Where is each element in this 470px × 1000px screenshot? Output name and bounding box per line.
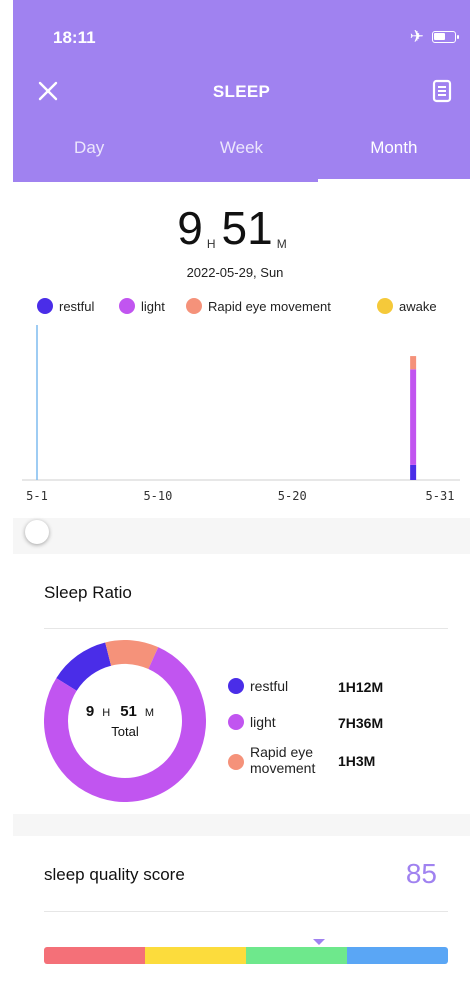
sleep-chart-svg xyxy=(22,325,460,481)
slider-thumb[interactable] xyxy=(25,520,49,544)
status-time: 18:11 xyxy=(53,28,96,47)
score-scale-segment xyxy=(145,947,246,964)
score-marker-icon xyxy=(312,939,325,945)
divider xyxy=(44,628,448,629)
quality-score-bar xyxy=(44,947,448,964)
donut-total-label: Total xyxy=(111,724,139,739)
header: 18:11 ✈ SLEEP Day Week Month xyxy=(13,0,470,182)
status-icons: ✈ xyxy=(409,27,459,46)
ratio-value-light: 7H36M xyxy=(338,715,384,731)
ratio-item-restful: restful 1H12M xyxy=(228,676,458,712)
battery-icon xyxy=(432,30,459,43)
donut-center: 9 H 51 M Total xyxy=(44,640,206,802)
ratio-value-restful: 1H12M xyxy=(338,679,384,695)
quality-score-label: sleep quality score xyxy=(44,865,185,884)
x-tick-label: 5-1 xyxy=(26,489,48,503)
legend-light: light xyxy=(119,298,165,314)
ratio-item-rem: Rapid eye movement 1H3M xyxy=(228,744,458,784)
page-title: SLEEP xyxy=(212,82,271,101)
duration-minutes-unit: M xyxy=(276,237,287,251)
report-icon[interactable] xyxy=(431,78,453,104)
sleep-duration: 9 H 51 M xyxy=(0,205,470,251)
tab-month[interactable]: Month xyxy=(317,130,470,182)
duration-hours: 9 xyxy=(177,202,203,254)
ratio-dot-restful xyxy=(228,678,244,694)
ratio-label-light: light xyxy=(250,714,276,730)
ratio-dot-rem xyxy=(228,754,244,770)
chart-bar-segment xyxy=(410,369,417,465)
ratio-dot-light xyxy=(228,714,244,730)
duration-minutes: 51 xyxy=(221,202,273,254)
legend-dot-light xyxy=(119,298,135,314)
legend-dot-restful xyxy=(37,298,53,314)
ratio-label-restful: restful xyxy=(250,678,289,694)
chart-slider[interactable] xyxy=(13,518,470,554)
sleep-ratio-title: Sleep Ratio xyxy=(44,583,132,602)
donut-hours: 9 xyxy=(85,703,95,720)
quality-score-value: 85 xyxy=(405,858,437,889)
tab-day[interactable]: Day xyxy=(13,130,165,182)
x-tick-label: 5-10 xyxy=(143,489,173,503)
score-scale-segment xyxy=(246,947,347,964)
sleep-ratio-donut: 9 H 51 M Total xyxy=(44,640,206,802)
sleep-chart[interactable]: 5-1 5-10 5-20 5-31 xyxy=(0,325,470,515)
chart-bar-segment xyxy=(410,464,417,480)
tab-week[interactable]: Week xyxy=(165,130,317,182)
legend-dot-awake xyxy=(377,298,393,314)
divider xyxy=(44,911,448,912)
sleep-date: 2022-05-29, Sun xyxy=(186,265,284,280)
legend-label-awake: awake xyxy=(399,298,437,314)
ratio-label-rem: Rapid eye movement xyxy=(250,744,316,776)
legend-awake: awake xyxy=(377,298,437,314)
score-scale-segment xyxy=(347,947,448,964)
airplane-mode-icon: ✈ xyxy=(409,27,424,46)
ratio-item-light: light 7H36M xyxy=(228,712,458,748)
score-scale-segment xyxy=(44,947,145,964)
chart-legend: restful light Rapid eye movement awake xyxy=(0,298,470,318)
legend-label-restful: restful xyxy=(59,298,95,314)
period-tabs: Day Week Month xyxy=(13,130,470,182)
chart-bar-segment xyxy=(410,356,417,370)
donut-hours-unit: H xyxy=(102,707,111,719)
section-separator xyxy=(13,814,470,836)
legend-dot-rem xyxy=(186,298,202,314)
x-tick-label: 5-20 xyxy=(277,489,307,503)
ratio-value-rem: 1H3M xyxy=(338,753,376,769)
donut-minutes: 51 xyxy=(120,703,137,720)
legend-restful: restful xyxy=(37,298,94,314)
legend-label-rem: Rapid eye movement xyxy=(208,298,331,314)
x-tick-label: 5-31 xyxy=(425,489,455,503)
donut-minutes-unit: M xyxy=(144,707,155,719)
legend-rem: Rapid eye movement xyxy=(186,298,331,314)
duration-hours-unit: H xyxy=(206,237,216,251)
sleep-ratio-list: restful 1H12M light 7H36M Rapid eye move… xyxy=(228,676,458,784)
legend-label-light: light xyxy=(141,298,165,314)
